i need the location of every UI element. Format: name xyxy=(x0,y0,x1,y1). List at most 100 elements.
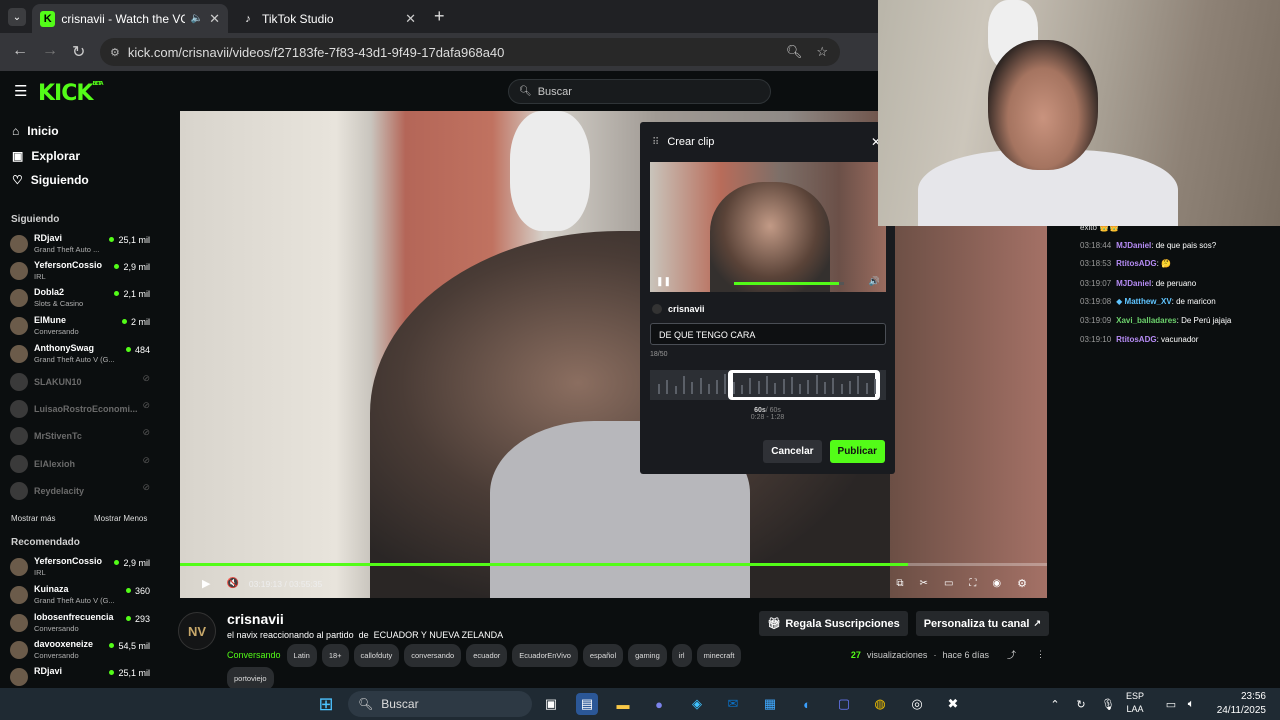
nav-explorar[interactable]: ▣ Explorar xyxy=(12,149,80,163)
outlook-icon[interactable]: ✉ xyxy=(722,693,744,715)
app-icon[interactable]: ▢ xyxy=(833,693,855,715)
theater-icon[interactable]: ▭ xyxy=(944,578,953,589)
chrome-icon[interactable]: ◍ xyxy=(869,693,891,715)
clip-preview[interactable]: ❚❚ 🔊 xyxy=(650,162,886,292)
task-view-icon[interactable]: ▣ xyxy=(540,693,562,715)
chat-username[interactable]: RtitosADG xyxy=(1116,335,1156,344)
drag-handle-icon[interactable]: ⠿ xyxy=(652,137,659,148)
bookmark-star-icon[interactable]: ☆ xyxy=(816,44,828,60)
menu-icon[interactable]: ☰ xyxy=(14,82,27,100)
app-icon[interactable]: ▤ xyxy=(576,693,598,715)
nav-siguiendo[interactable]: ♡ Siguiendo xyxy=(12,173,89,187)
channel-item[interactable]: ElMune Conversando 2 mil xyxy=(10,314,154,340)
sync-icon[interactable]: ↻ xyxy=(1070,693,1092,715)
chat-username[interactable]: MJDaniel xyxy=(1116,241,1151,250)
speed-icon[interactable]: ◉ xyxy=(992,578,1001,589)
muted-icon[interactable]: 🔇 xyxy=(226,578,238,589)
fullscreen-icon[interactable]: ⛶ xyxy=(969,578,976,589)
teams-icon[interactable]: ● xyxy=(648,693,670,715)
gift-subs-button[interactable]: 🎁︎ Regala Suscripciones xyxy=(759,611,908,636)
pip-icon[interactable]: ⧉ xyxy=(896,578,903,589)
beta-badge: BETA xyxy=(92,81,103,87)
kick-logo[interactable]: KICKBETA xyxy=(38,81,104,106)
settings-gear-icon[interactable]: ⚙ xyxy=(1017,577,1027,590)
category-link[interactable]: Conversando xyxy=(227,650,281,660)
clip-preview-progress[interactable] xyxy=(734,282,844,285)
edge-icon[interactable]: ◐ xyxy=(796,693,818,715)
share-icon[interactable]: ⤴ xyxy=(1007,648,1016,661)
clip-icon[interactable]: ✂ xyxy=(920,578,928,589)
channel-item-offline[interactable]: SLAKUN10 ⊘ xyxy=(10,370,154,396)
volume-icon[interactable]: 🔈︎ xyxy=(1180,693,1202,715)
tab-tiktok[interactable]: ♪ TikTok Studio ✕ xyxy=(232,4,424,33)
close-tab-icon[interactable]: ✕ xyxy=(405,11,416,27)
tag[interactable]: ecuador xyxy=(466,644,508,667)
nav-inicio[interactable]: ⌂ Inicio xyxy=(12,124,59,138)
language-indicator[interactable]: ESP LAA xyxy=(1126,690,1144,716)
channel-item[interactable]: Dobla2 Slots & Casino 2,1 mil xyxy=(10,286,154,312)
channel-name[interactable]: crisnavii xyxy=(227,611,284,627)
site-info-icon[interactable]: ⚙ xyxy=(110,46,120,59)
tag[interactable]: español xyxy=(582,644,624,667)
show-less-link[interactable]: Mostrar Menos xyxy=(94,514,147,523)
chat-username[interactable]: RtitosADG xyxy=(1116,259,1156,268)
show-more-link[interactable]: Mostrar más xyxy=(11,514,55,523)
play-icon[interactable]: ▶ xyxy=(202,577,210,590)
search-input[interactable]: 🔍︎ Buscar xyxy=(508,79,771,104)
zoom-icon[interactable]: 🔍︎ xyxy=(786,44,803,60)
tag[interactable]: portoviejo xyxy=(227,667,274,690)
tag[interactable]: Latin xyxy=(286,644,317,667)
tag[interactable]: irl xyxy=(671,644,692,667)
chat-username[interactable]: Matthew_XV xyxy=(1125,297,1172,306)
tag[interactable]: gaming xyxy=(628,644,667,667)
copilot-icon[interactable]: ◈ xyxy=(686,693,708,715)
chat-username[interactable]: Xavi_balladares xyxy=(1116,316,1176,325)
tag[interactable]: minecraft xyxy=(696,644,742,667)
channel-item-offline[interactable]: MrStivenTc ⊘ xyxy=(10,424,154,450)
channel-avatar[interactable]: NV xyxy=(178,612,216,650)
channel-item-offline[interactable]: Reydelacity ⊘ xyxy=(10,479,154,505)
tag[interactable]: EcuadorEnVivo xyxy=(512,644,578,667)
url-field[interactable]: ⚙ kick.com/crisnavii/videos/f27183fe-7f8… xyxy=(100,38,840,66)
reload-icon[interactable]: ↻ xyxy=(72,42,85,62)
clock[interactable]: 23:56 24/11/2025 xyxy=(1206,690,1266,718)
channel-item[interactable]: YefersonCossio IRL 2,9 mil xyxy=(10,555,154,581)
customize-channel-button[interactable]: Personaliza tu canal ↗ xyxy=(915,611,1049,636)
file-explorer-icon[interactable]: ▬ xyxy=(612,693,634,715)
obs-icon[interactable]: ◎ xyxy=(906,693,928,715)
more-options-icon[interactable]: ⋮ xyxy=(1036,649,1045,660)
taskbar-search[interactable]: 🔍︎ Buscar xyxy=(348,691,532,717)
channel-item[interactable]: Kuinaza Grand Theft Auto V (G... 360 xyxy=(10,583,154,609)
microphone-icon[interactable]: 🎙︎ xyxy=(1097,693,1119,715)
tray-chevron-icon[interactable]: ⌃ xyxy=(1044,693,1066,715)
new-tab-icon[interactable]: + xyxy=(434,6,445,27)
capcut-icon[interactable]: ✖ xyxy=(942,693,964,715)
video-progress-bar[interactable] xyxy=(180,563,1047,566)
cancel-button[interactable]: Cancelar xyxy=(763,440,822,463)
tab-list-icon[interactable]: ⌄ xyxy=(8,8,26,26)
channel-item[interactable]: RDjavi Grand Theft Auto ... 25,1 mil xyxy=(10,232,154,258)
volume-icon[interactable]: 🔊 xyxy=(869,276,880,287)
publish-button[interactable]: Publicar xyxy=(829,440,885,463)
tag[interactable]: conversando xyxy=(404,644,462,667)
channel-item[interactable]: YefersonCossio IRL 2,9 mil xyxy=(10,259,154,285)
pause-icon[interactable]: ❚❚ xyxy=(656,276,671,287)
channel-item-offline[interactable]: ElAlexioh ⊘ xyxy=(10,452,154,478)
close-tab-icon[interactable]: ✕ xyxy=(209,11,220,27)
clip-timeline[interactable] xyxy=(650,370,886,400)
tag[interactable]: callofduty xyxy=(353,644,400,667)
channel-item[interactable]: davooxeneize Conversando 54,5 mil xyxy=(10,638,154,664)
chat-username[interactable]: MJDaniel xyxy=(1116,279,1151,288)
channel-item[interactable]: AnthonySwag Grand Theft Auto V (G... 484 xyxy=(10,342,154,368)
channel-item-offline[interactable]: LuisaoRostroEconomi... ⊘ xyxy=(10,397,154,423)
tag[interactable]: 18+ xyxy=(321,644,349,667)
forward-icon[interactable]: → xyxy=(42,42,58,60)
windows-start-icon[interactable]: ⊞ xyxy=(315,693,337,715)
speaker-icon[interactable]: 🔈 xyxy=(191,13,203,24)
store-icon[interactable]: ▦ xyxy=(759,693,781,715)
clip-title-input[interactable]: DE QUE TENGO CARA xyxy=(650,323,886,345)
back-icon[interactable]: ← xyxy=(12,42,28,60)
channel-item[interactable]: lobosenfrecuencia Conversando 293 xyxy=(10,611,154,637)
tab-kick[interactable]: K crisnavii - Watch the VOD o 🔈 ✕ xyxy=(32,4,228,33)
network-icon[interactable]: ▭ xyxy=(1160,693,1182,715)
